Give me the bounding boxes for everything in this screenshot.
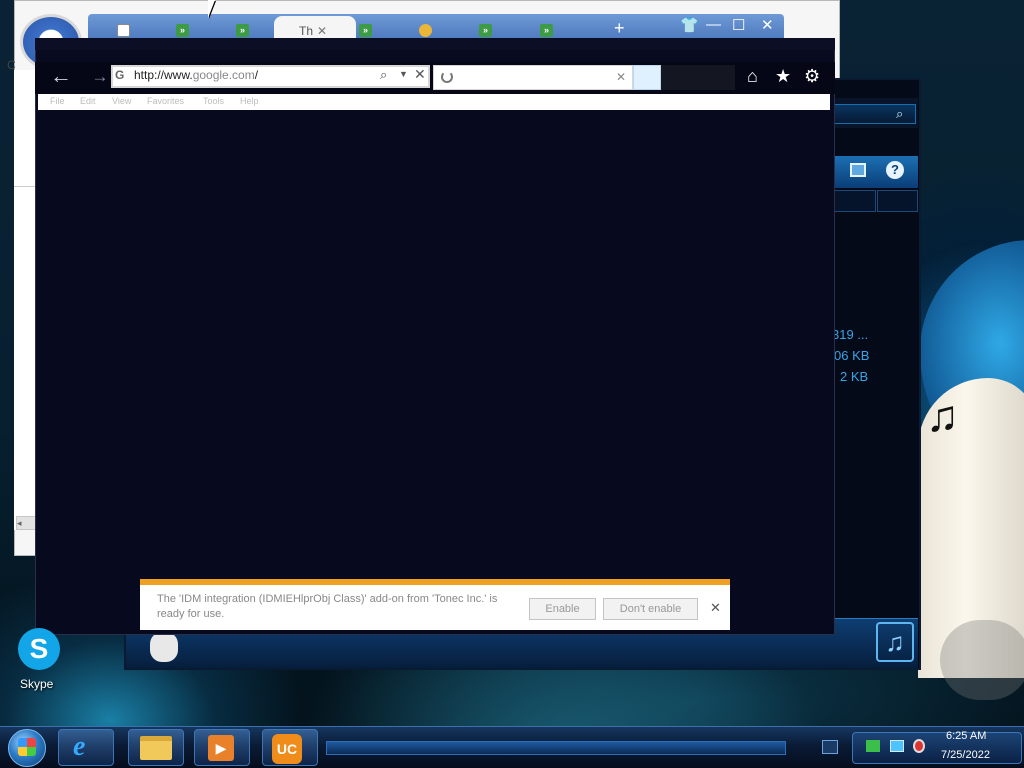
ie-title-bar[interactable] <box>35 38 835 50</box>
column-header[interactable] <box>877 190 918 212</box>
search-icon[interactable]: ⌕ <box>380 67 387 83</box>
music-icon[interactable]: ♫ <box>876 622 914 662</box>
background-scrollbar-arrow[interactable]: ◂ <box>16 516 36 530</box>
download-tab-icon[interactable]: » <box>540 24 553 37</box>
favorites-star-icon[interactable]: ★ <box>775 66 791 86</box>
uc-tab-icon[interactable] <box>419 24 432 37</box>
close-button[interactable]: ✕ <box>761 16 774 34</box>
uc-browser-icon: UC <box>272 734 302 764</box>
download-tab-icon[interactable]: » <box>236 24 249 37</box>
help-icon[interactable]: ? <box>886 161 904 179</box>
tab-close-icon[interactable]: ✕ <box>317 24 327 38</box>
clock-date[interactable]: 7/25/2022 <box>941 749 990 761</box>
stop-icon[interactable]: ✕ <box>414 66 426 83</box>
tab-close-icon[interactable]: ✕ <box>616 70 626 84</box>
loading-spinner-icon <box>441 71 453 83</box>
show-desktop-icon[interactable] <box>822 740 838 754</box>
page-content <box>37 111 833 633</box>
document-tab-icon[interactable] <box>117 24 130 37</box>
minimize-button[interactable]: — <box>706 16 721 33</box>
taskbar-ie-button[interactable] <box>58 729 114 766</box>
enable-button[interactable]: Enable <box>529 598 596 620</box>
url-suffix: / <box>254 68 259 82</box>
media-player-icon: ▶ <box>208 735 234 761</box>
dont-enable-button[interactable]: Don't enable <box>603 598 698 620</box>
folder-icon <box>140 736 172 760</box>
download-tab-icon[interactable]: » <box>176 24 189 37</box>
wallpaper-shade <box>940 620 1024 700</box>
background-active-tab-label: Th <box>299 24 314 38</box>
menu-tools[interactable]: Tools <box>203 96 224 106</box>
music-note-icon: ♫ <box>926 392 959 441</box>
tab-strip-empty <box>661 65 735 90</box>
close-icon[interactable]: ✕ <box>710 600 721 616</box>
background-browser-divider <box>14 186 36 187</box>
new-tab-button[interactable] <box>633 65 661 90</box>
notification-message: The 'IDM integration (IDMIEHlprObj Class… <box>157 593 498 620</box>
column-header[interactable] <box>832 190 876 212</box>
mouse-cursor-icon <box>208 0 222 18</box>
desktop-icon-label[interactable]: Skype <box>20 677 53 691</box>
volume-icon[interactable] <box>913 739 925 753</box>
file-size-value: 2 KB <box>840 369 869 384</box>
file-size-value: 319 ... <box>832 327 869 342</box>
ie-icon: e <box>73 731 86 762</box>
google-icon: G <box>115 68 125 82</box>
home-icon[interactable]: ⌂ <box>747 66 758 86</box>
network-icon[interactable] <box>890 740 904 752</box>
media-search-input[interactable] <box>832 104 916 124</box>
windows-logo-icon <box>18 738 36 756</box>
download-tab-icon[interactable]: » <box>359 24 372 37</box>
url-prefix: http://www. <box>134 68 193 82</box>
file-size-value: 06 KB <box>834 348 870 363</box>
profile-icon[interactable]: 👕 <box>680 16 699 34</box>
menu-edit[interactable]: Edit <box>80 96 96 106</box>
menu-help[interactable]: Help <box>240 96 259 106</box>
menu-favorites[interactable]: Favorites <box>147 96 184 106</box>
new-tab-button[interactable]: + <box>614 18 625 39</box>
mouse-icon <box>150 632 178 662</box>
ie-tab[interactable] <box>433 65 633 90</box>
download-tab-icon[interactable]: » <box>479 24 492 37</box>
background-browser-content <box>14 70 36 530</box>
forward-button[interactable]: → <box>88 64 112 90</box>
taskbar-progress-strip <box>326 741 786 755</box>
background-browser-text: C <box>7 58 16 72</box>
url-host: google.com <box>192 68 255 82</box>
maximize-button[interactable]: ☐ <box>732 16 745 34</box>
skype-icon[interactable]: S <box>18 628 60 670</box>
menu-view[interactable]: View <box>112 96 131 106</box>
action-center-flag-icon[interactable] <box>866 740 880 752</box>
media-toolbar <box>832 156 918 188</box>
gear-icon[interactable]: ⚙ <box>804 66 820 86</box>
menu-file[interactable]: File <box>50 96 65 106</box>
layout-icon[interactable] <box>850 163 866 177</box>
back-button[interactable]: ← <box>48 64 74 90</box>
address-url[interactable]: http://www.google.com/ <box>134 68 258 82</box>
search-icon[interactable]: ⌕ <box>896 106 903 122</box>
clock-time[interactable]: 6:25 AM <box>946 730 986 742</box>
chevron-down-icon[interactable]: ▼ <box>399 69 408 79</box>
